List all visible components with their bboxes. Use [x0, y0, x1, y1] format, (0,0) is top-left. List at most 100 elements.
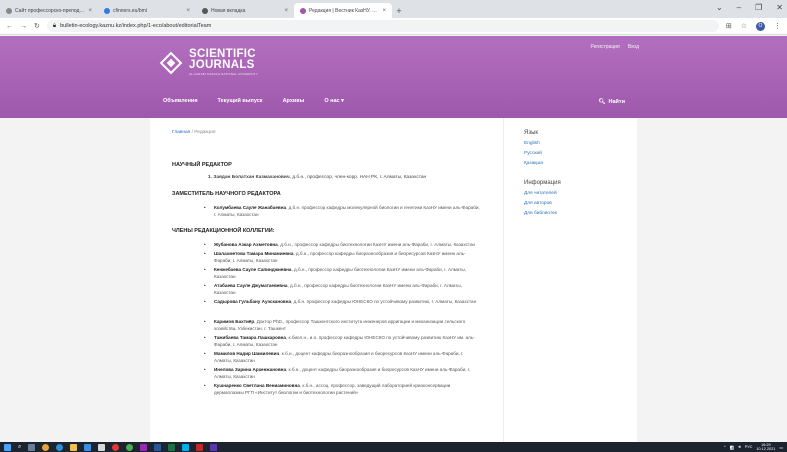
logo-diamond-icon [159, 51, 186, 74]
login-link[interactable]: Вход [628, 44, 639, 50]
chrome-taskbar-icon[interactable] [42, 443, 50, 451]
tab-search-icon[interactable]: ⌄ [716, 3, 723, 12]
member-name: Тажибаева Тамара Лашкаровна [214, 335, 286, 340]
member-desc: , д.б.н. профессор кафедры ЮНЕСКО по уст… [291, 299, 477, 304]
browser-toolbar: ← → ↻ 🔒︎ bulletin-ecology.kaznu.kz/index… [0, 18, 787, 35]
list-item: Садырова Гульбану Ауэскановна, д.б.н. пр… [204, 298, 481, 305]
app-taskbar-icon[interactable] [140, 443, 148, 451]
nav-archives[interactable]: Архивы [283, 98, 305, 104]
list-item: Инелова Зарина Архенжановна, к.б.н., доц… [204, 366, 481, 380]
breadcrumb-current: Редакция [194, 130, 216, 135]
breadcrumb-home[interactable]: Главная [172, 130, 190, 135]
member-name: Кушнаренко Светлана Вениаминовна [214, 383, 300, 388]
list-item: Шалахметова Тамара Минамиевна, д.б.н., п… [204, 250, 481, 264]
member-name: Жубанова Азкар Ахметовна [214, 242, 278, 247]
nav-about[interactable]: О нас ▾ [324, 98, 344, 104]
lock-icon[interactable]: 🔒︎ [53, 23, 56, 30]
url-text[interactable]: bulletin-ecology.kaznu.kz/index.php/1-ec… [60, 23, 211, 29]
member-name: 1. Заядан Болатхан Казмаханович [208, 175, 290, 180]
maximize-icon[interactable]: ❐ [755, 3, 762, 12]
list-item: Тажибаева Тамара Лашкаровна, к.биол.н., … [204, 334, 481, 348]
member-name: Кенжебаева Сауле Сапинджиевна [214, 267, 292, 272]
favicon-icon [300, 7, 306, 14]
info-readers-link[interactable]: Для читателей [524, 191, 623, 196]
tab-title: cfinners.eu/bmi [113, 7, 147, 14]
list-item: Каримов Бахтиёр, Доктор PhD., профессор … [204, 318, 481, 332]
search-link[interactable]: 🔍︎ Найти [599, 99, 625, 105]
input-language[interactable]: РУС [745, 445, 753, 449]
list-item: Кушнаренко Светлана Вениаминовна, к.б.н.… [204, 382, 481, 396]
browser-tab-4[interactable]: Редакция | Вестник КазНУ. Сер. × [294, 3, 392, 18]
minimize-icon[interactable]: – [737, 3, 741, 12]
chrome-active-taskbar-icon[interactable] [126, 443, 134, 451]
skype-taskbar-icon[interactable] [182, 443, 190, 451]
section-title-chief-editor: НАУЧНЫЙ РЕДАКТОР [172, 162, 232, 168]
close-tab-icon[interactable]: × [284, 8, 288, 14]
search-icon: 🔍︎ [598, 99, 606, 105]
app2-taskbar-icon[interactable] [196, 443, 204, 451]
lang-russian-link[interactable]: Русский [524, 151, 623, 156]
member-name: Колумбаева Сауле Жанабаевна [214, 205, 287, 210]
star-icon[interactable]: ☆ [741, 22, 747, 30]
list-item: Атабаева Сауле Джуматаевевна, д.б.н., пр… [204, 282, 481, 296]
site-logo[interactable]: SCIENTIFIC JOURNALS AL-FARABI KAZAKH NAT… [159, 48, 258, 76]
opera-taskbar-icon[interactable] [112, 443, 120, 451]
tab-title: Новая вкладка [211, 7, 246, 14]
deputy-editor-item: Колумбаева Сауле Жанабаевна, д.б.н. проф… [204, 204, 481, 218]
reload-icon[interactable]: ↻ [34, 22, 40, 30]
windows-start-icon[interactable] [4, 443, 11, 451]
search-label: Найти [608, 99, 626, 105]
back-icon[interactable]: ← [6, 23, 13, 30]
lang-kazakh-link[interactable]: Қазақша [524, 161, 623, 166]
breadcrumb-separator: / [191, 130, 193, 135]
browser-tabstrip: Сайт профессорско-преподават × cfinners.… [0, 0, 787, 18]
info-libraries-link[interactable]: Для библиотек [524, 211, 623, 216]
window-controls: ⌄ – ❐ ✕ [716, 3, 783, 12]
address-bar[interactable]: 🔒︎ bulletin-ecology.kaznu.kz/index.php/1… [46, 20, 719, 32]
store-taskbar-icon[interactable] [84, 443, 92, 451]
notifications-icon[interactable]: ▭ [779, 445, 783, 450]
browser-tab-1[interactable]: Сайт профессорско-преподават × [0, 3, 98, 18]
register-link[interactable]: Регистрация [590, 44, 619, 50]
browser-tab-2[interactable]: cfinners.eu/bmi × [98, 3, 196, 18]
tab-title: Сайт профессорско-преподават [15, 7, 86, 14]
profile-avatar[interactable]: O [756, 21, 765, 31]
close-tab-icon[interactable]: × [382, 8, 386, 14]
explorer-taskbar-icon[interactable] [70, 443, 78, 451]
close-window-icon[interactable]: ✕ [776, 3, 783, 12]
word-taskbar-icon[interactable] [154, 443, 162, 451]
member-desc: , д.б.н., профессор кафедры биотехнологи… [277, 242, 476, 247]
volume-icon[interactable]: 🔊︎ [738, 445, 740, 449]
favicon-icon [6, 7, 12, 14]
task-view-icon[interactable] [28, 443, 36, 451]
list-item: Кенжебаева Сауле Сапинджиевна, д.б.н., п… [204, 266, 481, 280]
menu-icon[interactable]: ⋮ [774, 22, 781, 30]
nav-current-issue[interactable]: Текущий выпуск [218, 98, 263, 104]
breadcrumb: Главная / Редакция [172, 130, 481, 135]
clock[interactable]: 16:29 10.12.2021 [756, 443, 775, 451]
tray-chevron-icon[interactable]: ^ [724, 445, 726, 449]
search-icon[interactable]: ⌕ [18, 444, 21, 451]
lang-english-link[interactable]: English [524, 141, 623, 146]
app3-taskbar-icon[interactable] [210, 443, 218, 451]
info-authors-link[interactable]: Для авторов [524, 201, 623, 206]
close-tab-icon[interactable]: × [88, 8, 92, 14]
browser-tab-3[interactable]: Новая вкладка × [196, 3, 294, 18]
list-item: Жубанова Азкар Ахметовна, д.б.н., профес… [204, 241, 481, 248]
logo-line-2: JOURNALS [189, 59, 255, 71]
extensions-icon[interactable]: ⊞ [726, 22, 732, 30]
mail-taskbar-icon[interactable] [98, 443, 106, 451]
clock-date: 10.12.2021 [756, 447, 776, 451]
edge-taskbar-icon[interactable] [56, 443, 64, 451]
network-icon[interactable]: 📶︎ [730, 445, 735, 450]
close-tab-icon[interactable]: × [186, 8, 190, 14]
tab-title: Редакция | Вестник КазНУ. Сер. [309, 7, 380, 14]
language-title: Язык [524, 130, 539, 136]
favicon-icon [202, 7, 208, 14]
excel-taskbar-icon[interactable] [168, 443, 176, 451]
info-title: Информация [524, 180, 561, 186]
forward-icon[interactable]: → [20, 23, 27, 30]
nav-announcements[interactable]: Объявления [163, 98, 198, 104]
new-tab-button[interactable]: + [392, 3, 406, 18]
system-tray: ^ 📶︎ 🔊︎ РУС 16:29 10.12.2021 ▭ [724, 442, 783, 452]
